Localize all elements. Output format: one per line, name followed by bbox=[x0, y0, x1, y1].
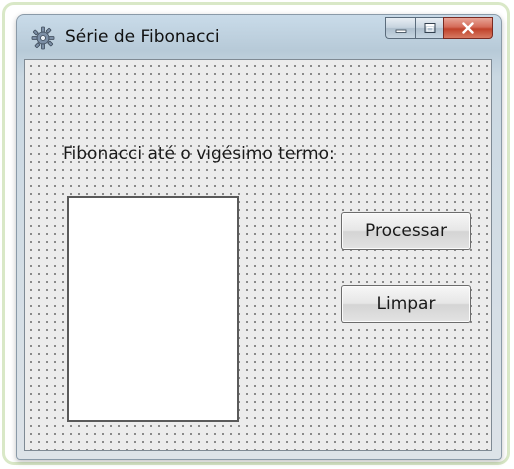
process-button[interactable]: Processar bbox=[341, 212, 471, 250]
form-client-area: Fibonacci até o vigésimo termo: Processa… bbox=[24, 59, 492, 451]
maximize-icon bbox=[423, 19, 437, 38]
window-title: Série de Fibonacci bbox=[65, 27, 220, 47]
maximize-button[interactable] bbox=[415, 17, 443, 39]
close-button[interactable] bbox=[443, 17, 493, 39]
fibonacci-label: Fibonacci até o vigésimo termo: bbox=[63, 144, 335, 164]
application-window: Série de Fibonacci Fibonacci até o vigés… bbox=[16, 14, 502, 460]
gear-app-icon bbox=[31, 26, 55, 50]
clear-button[interactable]: Limpar bbox=[341, 285, 471, 323]
window-controls bbox=[385, 17, 493, 41]
result-listbox[interactable] bbox=[67, 196, 239, 422]
close-icon bbox=[461, 19, 475, 38]
minimize-button[interactable] bbox=[385, 17, 415, 39]
minimize-icon bbox=[394, 19, 408, 38]
title-bar[interactable]: Série de Fibonacci bbox=[17, 15, 501, 59]
